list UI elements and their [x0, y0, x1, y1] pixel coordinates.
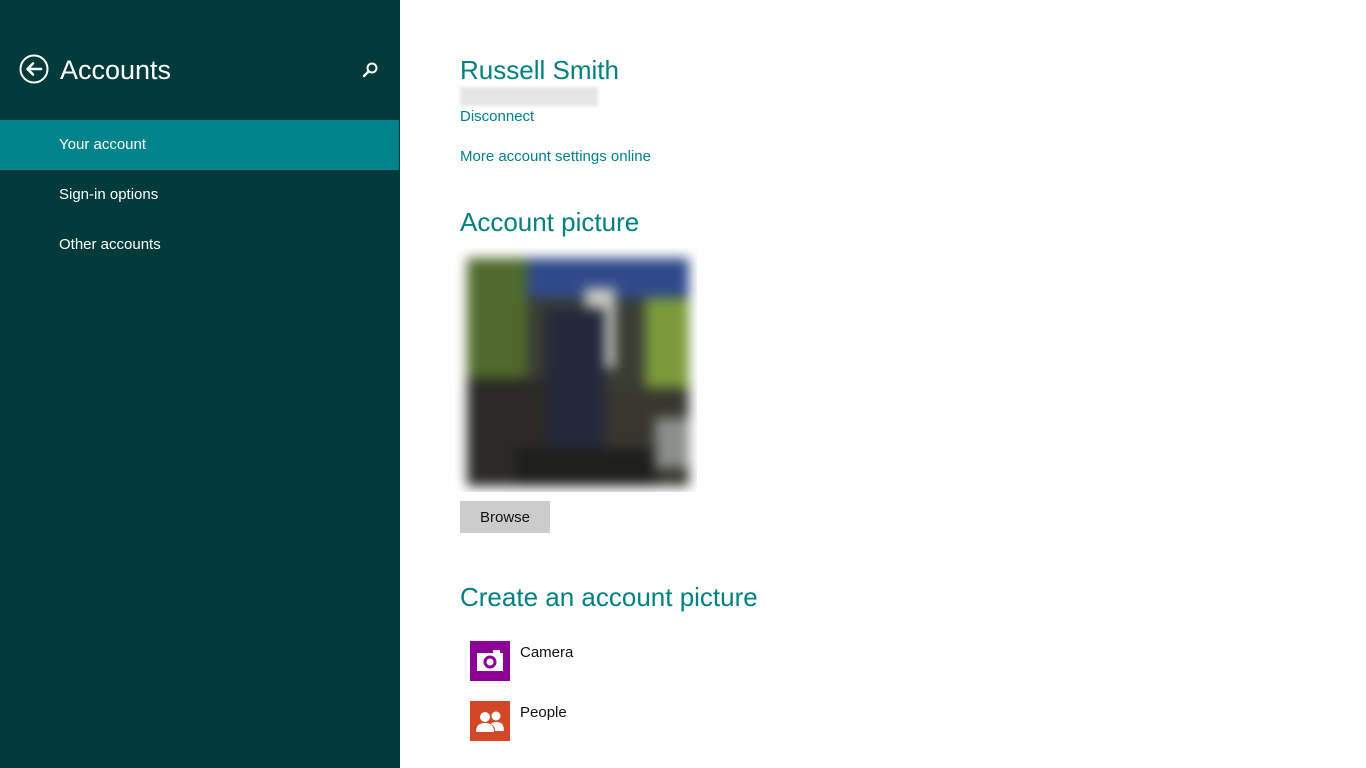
sidebar-item-your-account[interactable]: Your account — [0, 120, 399, 170]
sidebar-nav: Your account Sign-in options Other accou… — [0, 120, 400, 270]
account-picture — [455, 248, 697, 492]
sidebar-item-other-accounts[interactable]: Other accounts — [0, 220, 400, 270]
back-button[interactable] — [19, 54, 49, 84]
disconnect-link[interactable]: Disconnect — [460, 107, 534, 127]
create-account-picture-heading: Create an account picture — [460, 582, 758, 612]
back-arrow-circle-icon — [19, 54, 49, 84]
search-button[interactable] — [360, 60, 380, 80]
sidebar-item-sign-in-options[interactable]: Sign-in options — [0, 170, 400, 220]
camera-tile[interactable] — [470, 641, 510, 681]
email-redacted — [460, 87, 598, 106]
people-label: People — [520, 704, 567, 721]
people-tile[interactable] — [470, 701, 510, 741]
search-icon — [362, 62, 378, 78]
people-icon — [476, 711, 504, 732]
more-account-settings-link[interactable]: More account settings online — [460, 147, 651, 167]
sidebar: Accounts Your account Sign-in options Ot… — [0, 0, 400, 768]
main-content: Russell Smith Disconnect More account se… — [455, 0, 1340, 768]
account-picture-heading: Account picture — [460, 207, 640, 237]
camera-icon — [477, 650, 503, 671]
user-name: Russell Smith — [460, 55, 619, 85]
page-title: Accounts — [60, 55, 172, 85]
settings-window: Accounts Your account Sign-in options Ot… — [0, 0, 1366, 768]
browse-button[interactable]: Browse — [460, 501, 550, 533]
camera-label: Camera — [520, 644, 574, 661]
